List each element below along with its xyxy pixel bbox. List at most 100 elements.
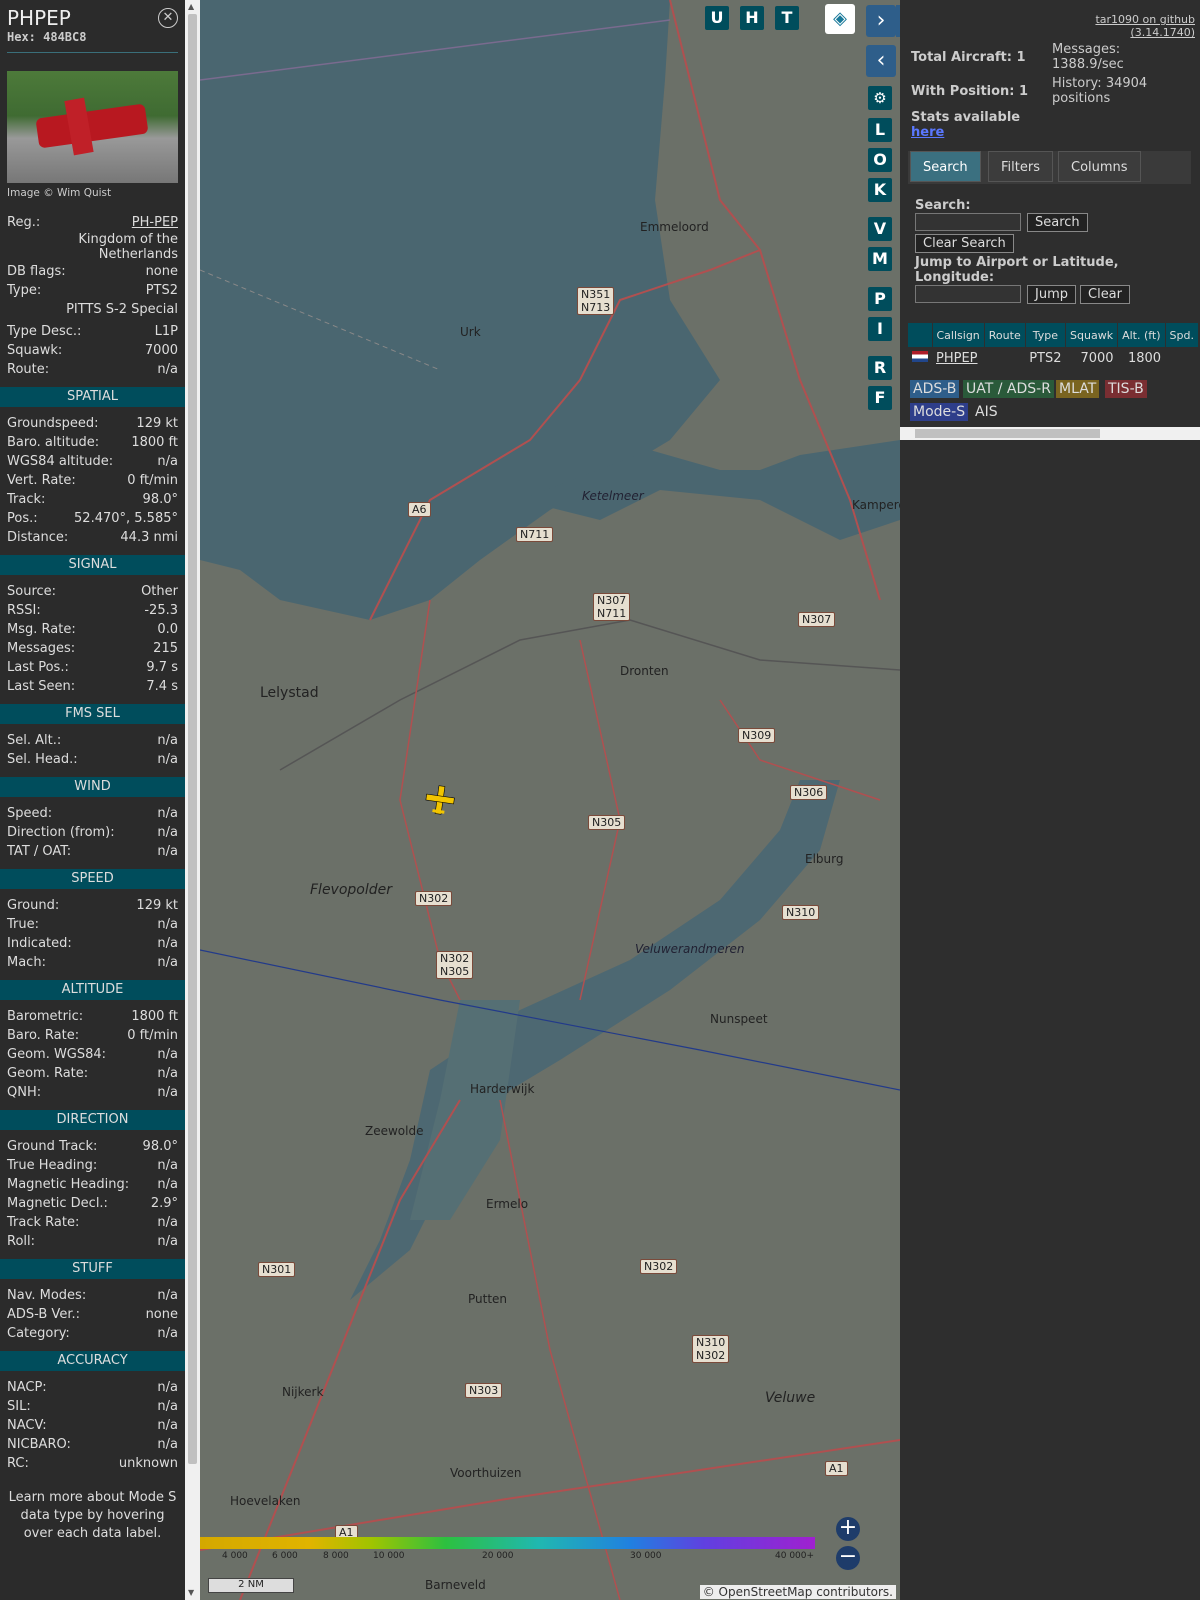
info-label[interactable]: Squawk: bbox=[7, 341, 62, 360]
toggle-u-button[interactable]: U bbox=[705, 6, 729, 30]
info-label[interactable]: Indicated: bbox=[7, 934, 72, 953]
info-label[interactable]: Vert. Rate: bbox=[7, 471, 76, 490]
info-row: Barometric: 1800 ft bbox=[0, 1007, 185, 1026]
info-label[interactable]: Direction (from): bbox=[7, 823, 115, 842]
info-label[interactable]: Type: bbox=[7, 281, 41, 300]
info-label[interactable]: True Heading: bbox=[7, 1156, 97, 1175]
column-header[interactable]: Spd. bbox=[1165, 323, 1200, 347]
info-value: n/a bbox=[157, 1215, 178, 1230]
info-label[interactable]: Sel. Alt.: bbox=[7, 731, 61, 750]
expand-right-icon[interactable]: › bbox=[866, 5, 896, 37]
sidebar-scrollbar[interactable]: ▲ ▼ bbox=[185, 0, 200, 1600]
info-label[interactable]: QNH: bbox=[7, 1083, 41, 1102]
info-label[interactable]: TAT / OAT: bbox=[7, 842, 71, 861]
toggle-r-button[interactable]: R bbox=[868, 356, 892, 380]
close-icon[interactable]: ✕ bbox=[158, 8, 178, 28]
table-row[interactable]: PHPEP PTS2 7000 1800 bbox=[908, 347, 1199, 369]
info-label[interactable]: Ground Track: bbox=[7, 1137, 97, 1156]
info-label[interactable]: Route: bbox=[7, 360, 49, 379]
info-label[interactable]: Roll: bbox=[7, 1232, 35, 1251]
info-label[interactable]: Barometric: bbox=[7, 1007, 83, 1026]
info-label[interactable]: Sel. Head.: bbox=[7, 750, 78, 769]
info-label[interactable]: NACV: bbox=[7, 1416, 47, 1435]
info-label[interactable]: Magnetic Decl.: bbox=[7, 1194, 108, 1213]
toggle-h-button[interactable]: H bbox=[740, 6, 764, 30]
info-label[interactable]: Msg. Rate: bbox=[7, 620, 76, 639]
info-label[interactable]: True: bbox=[7, 915, 39, 934]
toggle-o-button[interactable]: O bbox=[868, 148, 892, 172]
info-label[interactable]: Last Seen: bbox=[7, 677, 75, 696]
stats-link[interactable]: here bbox=[911, 125, 944, 140]
column-header[interactable]: Callsign bbox=[932, 323, 985, 347]
info-row: ADS-B Ver.: none bbox=[0, 1305, 185, 1324]
info-label[interactable]: Source: bbox=[7, 582, 56, 601]
info-label[interactable]: RSSI: bbox=[7, 601, 41, 620]
info-label[interactable]: Speed: bbox=[7, 804, 52, 823]
info-label[interactable]: Track Rate: bbox=[7, 1213, 79, 1232]
info-label[interactable]: Geom. Rate: bbox=[7, 1064, 88, 1083]
search-input[interactable] bbox=[915, 213, 1021, 231]
altitude-tick-label: 8 000 bbox=[323, 1551, 349, 1561]
info-row: Msg. Rate: 0.0 bbox=[0, 620, 185, 639]
info-label[interactable]: Category: bbox=[7, 1324, 70, 1343]
info-label[interactable]: Groundspeed: bbox=[7, 414, 98, 433]
info-label[interactable]: NACP: bbox=[7, 1378, 47, 1397]
version-link[interactable]: tar1090 on github (3.14.1740) bbox=[1040, 13, 1195, 39]
toggle-v-button[interactable]: V bbox=[868, 217, 892, 241]
column-header[interactable]: Type bbox=[1025, 323, 1067, 347]
toggle-f-button[interactable]: F bbox=[868, 386, 892, 410]
info-label[interactable]: Distance: bbox=[7, 528, 68, 547]
tab-search[interactable]: Search bbox=[910, 151, 981, 182]
jump-button[interactable]: Jump bbox=[1027, 285, 1076, 304]
aircraft-photo[interactable] bbox=[7, 71, 178, 183]
info-label[interactable]: Geom. WGS84: bbox=[7, 1045, 106, 1064]
horizontal-scrollbar[interactable] bbox=[900, 427, 1200, 440]
info-label[interactable]: Pos.: bbox=[7, 509, 38, 528]
layers-icon[interactable]: ◈ bbox=[825, 4, 855, 34]
toggle-t-button[interactable]: T bbox=[775, 6, 799, 30]
info-label[interactable]: ADS-B Ver.: bbox=[7, 1305, 80, 1324]
info-label[interactable]: Baro. altitude: bbox=[7, 433, 99, 452]
info-label[interactable]: Track: bbox=[7, 490, 45, 509]
info-label[interactable]: Messages: bbox=[7, 639, 75, 658]
info-label[interactable]: Reg.: bbox=[7, 213, 40, 232]
settings-gear-icon[interactable]: ⚙ bbox=[868, 86, 892, 110]
scrollbar-thumb[interactable] bbox=[188, 14, 197, 1464]
column-header[interactable]: Squawk bbox=[1065, 323, 1119, 347]
zoom-out-icon[interactable]: − bbox=[836, 1546, 860, 1570]
info-label[interactable]: Baro. Rate: bbox=[7, 1026, 79, 1045]
info-label[interactable]: Magnetic Heading: bbox=[7, 1175, 129, 1194]
info-label[interactable]: Ground: bbox=[7, 896, 59, 915]
toggle-m-button[interactable]: M bbox=[868, 247, 892, 271]
info-label[interactable]: WGS84 altitude: bbox=[7, 452, 113, 471]
info-label[interactable]: NICBARO: bbox=[7, 1435, 71, 1454]
tab-filters[interactable]: Filters bbox=[988, 151, 1053, 182]
toggle-l-button[interactable]: L bbox=[868, 118, 892, 142]
tab-columns[interactable]: Columns bbox=[1058, 151, 1141, 182]
map-view[interactable]: Emmeloord Urk Lelystad Dronten Flevopold… bbox=[200, 0, 900, 1600]
info-label[interactable]: DB flags: bbox=[7, 262, 66, 281]
zoom-in-icon[interactable]: + bbox=[836, 1517, 860, 1541]
toggle-i-button[interactable]: I bbox=[868, 317, 892, 341]
clear-search-button[interactable]: Clear Search bbox=[915, 234, 1014, 253]
column-header[interactable]: Route bbox=[984, 323, 1026, 347]
info-label[interactable]: Type Desc.: bbox=[7, 322, 81, 341]
registration-link[interactable]: PH-PEP bbox=[132, 213, 178, 232]
info-label[interactable]: Nav. Modes: bbox=[7, 1286, 86, 1305]
info-label[interactable]: Mach: bbox=[7, 953, 46, 972]
toggle-k-button[interactable]: K bbox=[868, 178, 892, 202]
scroll-up-arrow[interactable]: ▲ bbox=[188, 2, 194, 11]
toggle-p-button[interactable]: P bbox=[868, 287, 892, 311]
column-header[interactable]: Alt. (ft) bbox=[1117, 323, 1166, 347]
info-label[interactable]: RC: bbox=[7, 1454, 29, 1473]
clear-button[interactable]: Clear bbox=[1080, 285, 1130, 304]
info-label[interactable]: Last Pos.: bbox=[7, 658, 69, 677]
map-attribution[interactable]: © OpenStreetMap contributors. bbox=[699, 1585, 896, 1599]
scroll-down-arrow[interactable]: ▼ bbox=[188, 1588, 194, 1597]
info-label[interactable]: SIL: bbox=[7, 1397, 31, 1416]
search-button[interactable]: Search bbox=[1027, 213, 1088, 232]
callsign-cell[interactable]: PHPEP bbox=[932, 347, 984, 369]
jump-input[interactable] bbox=[915, 285, 1021, 303]
collapse-left-icon[interactable]: ‹ bbox=[866, 45, 896, 77]
column-header[interactable] bbox=[908, 323, 933, 347]
